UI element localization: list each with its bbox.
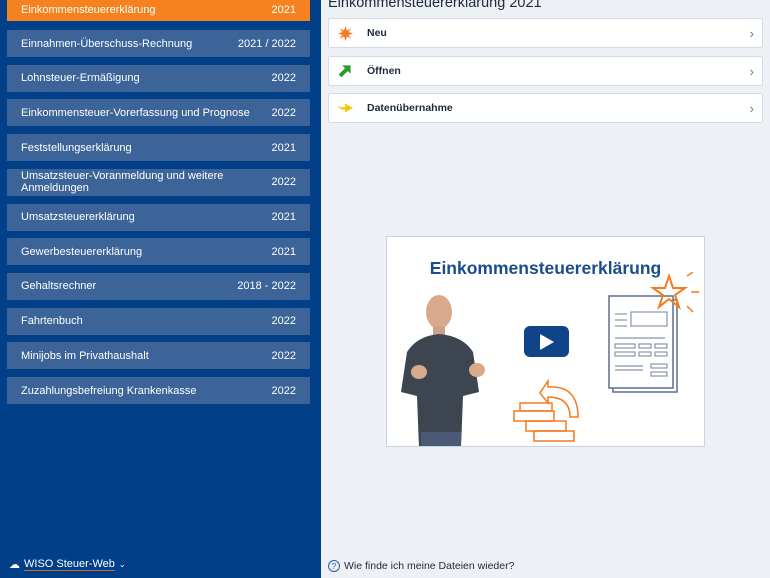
sidebar-item-label: Einnahmen-Überschuss-Rechnung: [21, 37, 193, 50]
sidebar-item[interactable]: Gehaltsrechner 2018 - 2022: [7, 272, 310, 300]
page-title: Einkommensteuererklärung 2021: [328, 0, 542, 11]
action-label: Neu: [367, 27, 387, 39]
sidebar-item-year: 2021: [271, 3, 296, 16]
tax-form-illustration: [608, 272, 699, 393]
sidebar-item[interactable]: Gewerbesteuererklärung 2021: [7, 238, 310, 266]
sidebar-item[interactable]: Zuzahlungsbefreiung Krankenkasse 2022: [7, 377, 310, 404]
play-icon: [539, 333, 554, 350]
sidebar-item-year: 2022: [271, 315, 296, 328]
product-switcher[interactable]: ☁ WISO Steuer-Web ⌄: [9, 558, 126, 571]
sidebar-item[interactable]: Feststellungserklärung 2021: [7, 134, 310, 162]
help-link-label: Wie finde ich meine Dateien wieder?: [344, 560, 515, 572]
sidebar-item-year: 2021 / 2022: [237, 37, 296, 50]
help-icon: ?: [328, 560, 340, 572]
sidebar-item-year: 2021: [271, 245, 296, 258]
sidebar-item-label: Gehaltsrechner: [21, 280, 97, 293]
help-link[interactable]: ? Wie finde ich meine Dateien wieder?: [328, 560, 514, 572]
cloud-icon: ☁: [9, 559, 20, 571]
chevron-down-icon: ⌄: [118, 560, 126, 569]
sidebar-item-label: Zuzahlungsbefreiung Krankenkasse: [21, 384, 197, 397]
sidebar-item[interactable]: Einnahmen-Überschuss-Rechnung 2021 / 2022: [7, 30, 310, 57]
product-name: WISO Steuer-Web: [24, 558, 115, 571]
sidebar-item[interactable]: Fahrtenbuch 2022: [7, 307, 310, 335]
sidebar-item-label: Lohnsteuer-Ermäßigung: [21, 72, 140, 85]
arrow-up-right-icon: [337, 64, 353, 78]
sidebar-item-label: Feststellungserklärung: [21, 141, 132, 154]
sidebar-item[interactable]: Einkommensteuererklärung 2021: [7, 0, 310, 21]
action-new[interactable]: Neu ›: [328, 18, 763, 48]
presenter-image: [401, 295, 485, 446]
starburst-icon: [337, 25, 353, 41]
sidebar-item-year: 2018 - 2022: [237, 280, 296, 293]
chevron-right-icon: ›: [749, 100, 754, 116]
sidebar-item-year: 2022: [271, 72, 296, 85]
action-import[interactable]: Datenübernahme ›: [328, 93, 763, 123]
sidebar-item[interactable]: Umsatzsteuer-Voranmeldung und weitere An…: [7, 168, 310, 196]
action-open[interactable]: Öffnen ›: [328, 56, 763, 86]
sidebar-item-label: Umsatzsteuererklärung: [21, 211, 135, 223]
sidebar-item-year: 2021: [271, 211, 296, 223]
chevron-right-icon: ›: [749, 25, 754, 41]
arrow-right-icon: [337, 101, 353, 115]
main-panel: Einkommensteuererklärung 2021 Neu › Öffn…: [321, 0, 770, 578]
sidebar: Einkommensteuererklärung 2021 Einnahmen-Üb…: [0, 0, 321, 578]
sidebar-item[interactable]: Umsatzsteuererklärung 2021: [7, 203, 310, 231]
sidebar-item-year: 2021: [271, 141, 296, 154]
action-label: Öffnen: [367, 65, 401, 77]
sidebar-item-label: Einkommensteuer-Vorerfassung und Prognos…: [21, 106, 250, 119]
sidebar-item-year: 2022: [271, 106, 296, 119]
action-label: Datenübernahme: [367, 102, 453, 114]
sidebar-item-label: Umsatzsteuer-Voranmeldung und weitere An…: [21, 170, 224, 195]
sidebar-item-year: 2022: [271, 349, 296, 362]
sidebar-item[interactable]: Einkommensteuer-Vorerfassung und Prognos…: [7, 99, 310, 127]
sidebar-item-label: Einkommensteuererklärung: [21, 3, 156, 16]
sidebar-item-label: Minijobs im Privathaushalt: [21, 349, 149, 362]
play-button[interactable]: [524, 326, 569, 357]
sidebar-item-label: Fahrtenbuch: [21, 315, 83, 328]
video-player[interactable]: Einkommensteuererklärung: [386, 236, 705, 447]
money-stack-illustration: [513, 378, 579, 442]
sidebar-item[interactable]: Lohnsteuer-Ermäßigung 2022: [7, 64, 310, 92]
sidebar-item-year: 2022: [271, 384, 296, 397]
sidebar-item-label: Gewerbesteuererklärung: [21, 245, 143, 258]
sidebar-item[interactable]: Minijobs im Privathaushalt 2022: [7, 342, 310, 370]
chevron-right-icon: ›: [749, 63, 754, 79]
sidebar-item-year: 2022: [271, 176, 296, 189]
